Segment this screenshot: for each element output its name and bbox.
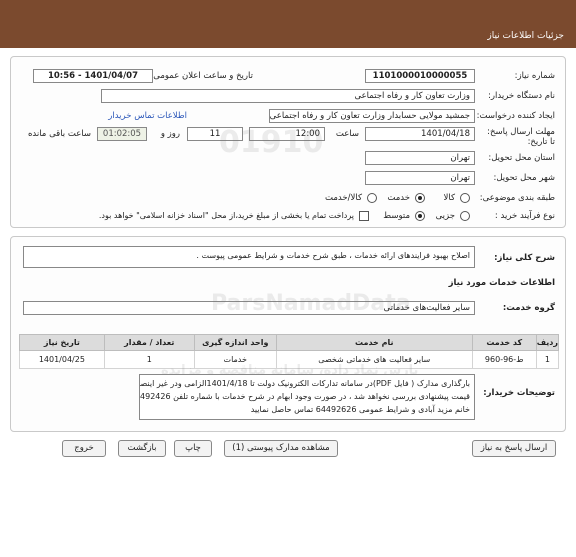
table-row[interactable]: 1 ط-96-960 سایر فعالیت های خدماتی شخصی خ… xyxy=(19,350,560,369)
need-number-label: شماره نیاز: xyxy=(514,71,555,81)
treasury-payment-note: پرداخت تمام یا بخشی از مبلغ خرید،از محل … xyxy=(98,211,354,220)
col-service-code: کد خدمت xyxy=(471,334,537,351)
cell-quantity: 1 xyxy=(103,350,195,369)
col-quantity: تعداد / مقدار xyxy=(103,334,195,351)
need-number-field[interactable]: 1101000010000055 xyxy=(365,69,475,83)
remaining-time-field: 01:02:05 xyxy=(97,127,147,141)
days-label: روز و xyxy=(160,129,180,139)
col-row-number: ردیف xyxy=(535,334,560,351)
deadline-time-field[interactable]: 12:00 xyxy=(249,127,325,141)
buyer-notes-line: بارگذاری مدارک ( فایل PDF)در سامانه تدار… xyxy=(140,379,470,388)
reply-to-need-button[interactable]: ارسال پاسخ به نیاز xyxy=(472,440,556,457)
service-group-label: گروه خدمت: xyxy=(502,303,555,313)
category-goods-service-radio[interactable] xyxy=(367,193,377,203)
category-label: طبقه بندی موضوعی: xyxy=(479,193,555,203)
requester-label: ایجاد کننده درخواست: xyxy=(476,111,555,121)
services-section-title: اطلاعات خدمات مورد نیاز xyxy=(448,278,555,288)
process-label: نوع فرآیند خرید : xyxy=(494,211,555,221)
buyer-notes-label: توضیحات خریدار: xyxy=(483,388,555,398)
process-minor-label: جزیی xyxy=(435,211,455,221)
view-attachments-button[interactable]: مشاهده مدارک پیوستی (1) xyxy=(224,440,338,457)
category-service-radio[interactable] xyxy=(415,193,425,203)
description-field[interactable]: اصلاح بهبود فرایندهای ارائه خدمات ، طبق … xyxy=(23,246,475,268)
category-goods-radio[interactable] xyxy=(460,193,470,203)
category-goods-label: کالا xyxy=(443,193,455,203)
province-field[interactable]: تهران xyxy=(365,151,475,165)
remaining-label: ساعت باقی مانده xyxy=(27,129,91,139)
buyer-notes-line: خانم مزید آبادی و شرایط عمومی 64492626 ت… xyxy=(250,405,470,414)
category-goods-service-label: کالا/خدمت xyxy=(325,193,362,203)
table-header-row: ردیف کد خدمت نام خدمت واحد اندازه گیری ت… xyxy=(19,334,560,351)
buyer-notes-field[interactable]: بارگذاری مدارک ( فایل PDF)در سامانه تدار… xyxy=(139,374,475,420)
deadline-date-field[interactable]: 1401/04/18 xyxy=(365,127,475,141)
days-remaining-field: 11 xyxy=(187,127,243,141)
announce-field[interactable]: 1401/04/07 - 10:56 xyxy=(33,69,153,83)
page-title: جزئیات اطلاعات نیاز xyxy=(487,31,564,41)
page-header: جزئیات اطلاعات نیاز xyxy=(0,0,576,48)
city-field[interactable]: تهران xyxy=(365,171,475,185)
deadline-label: مهلت ارسال پاسخ: تا تاریخ: xyxy=(487,127,555,147)
print-button[interactable]: چاپ xyxy=(174,440,212,457)
deadline-time-label: ساعت xyxy=(335,129,359,139)
requester-field[interactable]: جمشید مولایی حسابدار وزارت تعاون کار و ر… xyxy=(269,109,475,123)
cell-need-date: 1401/04/25 xyxy=(19,350,105,369)
treasury-payment-checkbox[interactable] xyxy=(359,211,369,221)
buyer-notes-line: قیمت پیشنهادی بررسی نخواهد شد ، در صورت … xyxy=(140,392,470,401)
need-details-panel: شماره نیاز: 1101000010000055 تاریخ و ساع… xyxy=(10,56,566,228)
process-medium-label: متوسط xyxy=(383,211,410,221)
cell-service-code: ط-96-960 xyxy=(471,350,537,369)
category-service-label: خدمت xyxy=(387,193,410,203)
description-label: شرح کلی نیاز: xyxy=(494,253,555,263)
buyer-org-label: نام دستگاه خریدار: xyxy=(488,91,555,101)
exit-button[interactable]: خروج xyxy=(62,440,106,457)
province-label: استان محل تحویل: xyxy=(488,153,555,163)
city-label: شهر محل تحویل: xyxy=(493,173,555,183)
col-service-name: نام خدمت xyxy=(275,334,473,351)
col-unit: واحد اندازه گیری xyxy=(193,334,277,351)
announce-label: تاریخ و ساعت اعلان عمومی: xyxy=(150,71,253,81)
buyer-contact-link[interactable]: اطلاعات تماس خریدار xyxy=(108,111,187,121)
col-need-date: تاریخ نیاز xyxy=(19,334,105,351)
back-button[interactable]: بازگشت xyxy=(118,440,166,457)
cell-service-name: سایر فعالیت های خدماتی شخصی xyxy=(275,350,473,369)
process-minor-radio[interactable] xyxy=(460,211,470,221)
process-medium-radio[interactable] xyxy=(415,211,425,221)
service-group-field[interactable]: سایر فعالیت‌های خدماتی xyxy=(23,301,475,315)
buyer-org-field[interactable]: وزارت تعاون کار و رفاه اجتماعی xyxy=(101,89,475,103)
cell-row-number: 1 xyxy=(535,350,560,369)
services-panel: شرح کلی نیاز: اصلاح بهبود فرایندهای ارائ… xyxy=(10,236,566,432)
services-table: ردیف کد خدمت نام خدمت واحد اندازه گیری ت… xyxy=(19,334,560,369)
cell-unit: خدمات xyxy=(193,350,277,369)
